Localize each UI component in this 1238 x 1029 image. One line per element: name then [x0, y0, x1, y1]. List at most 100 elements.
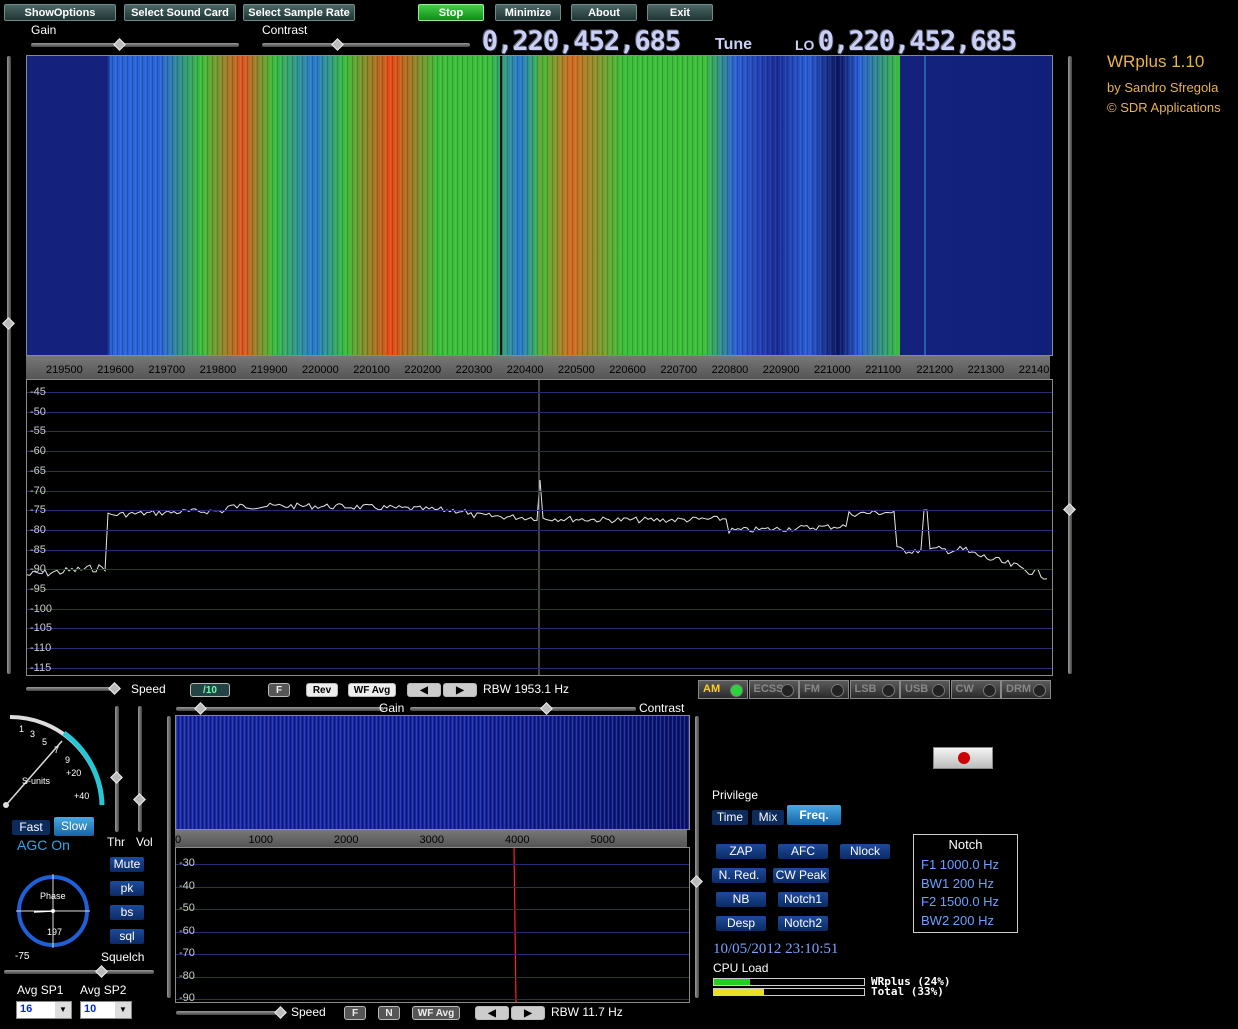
exit-button[interactable]: Exit	[647, 4, 713, 21]
speed-slider-handle[interactable]	[108, 682, 121, 695]
privilege-freq-button[interactable]: Freq.	[787, 805, 841, 825]
speed-slider[interactable]	[26, 687, 118, 691]
contrast-slider[interactable]	[262, 43, 470, 47]
audio-right-slider[interactable]	[695, 716, 699, 998]
chevron-down-icon[interactable]: ▼	[55, 1002, 71, 1018]
bs-button[interactable]: bs	[110, 905, 144, 920]
audio-left-slider[interactable]	[167, 716, 171, 998]
avg-sp1-select[interactable]: 16 ▼	[16, 1001, 72, 1019]
audio-waterfall[interactable]	[175, 715, 690, 830]
audio-step-right-button[interactable]: ▶	[511, 1006, 545, 1020]
notch-f1[interactable]: F1 1000.0 Hz	[921, 857, 999, 872]
show-options-button[interactable]: ShowOptions	[4, 4, 116, 21]
audio-contrast-slider[interactable]	[410, 707, 636, 711]
mode-am-button[interactable]: AM	[698, 680, 748, 699]
mode-cw-button[interactable]: CW	[950, 680, 1001, 699]
mode-usb-button[interactable]: USB	[900, 680, 950, 699]
mode-drm-button[interactable]: DRM	[1001, 680, 1051, 699]
cw-peak-button[interactable]: CW Peak	[773, 868, 829, 883]
sql-button[interactable]: sql	[110, 929, 144, 944]
minimize-button[interactable]: Minimize	[495, 4, 561, 21]
desp-button[interactable]: Desp	[716, 916, 766, 931]
thr-slider[interactable]	[115, 706, 119, 832]
vol-label: Vol	[136, 835, 153, 849]
squelch-slider[interactable]	[4, 970, 154, 974]
mute-button[interactable]: Mute	[110, 857, 144, 872]
tune-frequency-display[interactable]: 0,220,452,685	[482, 26, 681, 57]
audio-contrast-slider-handle[interactable]	[540, 702, 553, 715]
vol-slider[interactable]	[138, 706, 142, 832]
stop-button[interactable]: Stop	[418, 4, 484, 21]
step-right-button[interactable]: ▶	[443, 683, 477, 697]
agc-slow-button[interactable]: Slow	[54, 817, 94, 836]
nlock-button[interactable]: Nlock	[840, 844, 890, 859]
main-grid-line	[27, 392, 1052, 393]
chevron-down-icon[interactable]: ▼	[115, 1002, 131, 1018]
audio-spectrum[interactable]: -30 -40 -50 -60 -70 -80 -90	[175, 847, 690, 1003]
audio-gain-label: Gain	[379, 701, 405, 715]
notch-bw2[interactable]: BW2 200 Hz	[921, 913, 994, 928]
contrast-slider-handle[interactable]	[331, 38, 344, 51]
right-vertical-slider[interactable]	[1068, 56, 1072, 674]
mode-indicator-led-icon	[831, 684, 844, 697]
rev-button[interactable]: Rev	[306, 683, 338, 697]
mode-ecss-button[interactable]: ECSS	[748, 680, 799, 699]
squelch-slider-handle[interactable]	[95, 965, 108, 978]
zap-button[interactable]: ZAP	[716, 844, 766, 859]
select-sample-rate-button[interactable]: Select Sample Rate	[243, 4, 355, 21]
audio-grid-line	[176, 886, 689, 888]
nb-button[interactable]: NB	[716, 892, 766, 907]
noise-reduction-button[interactable]: N. Red.	[712, 868, 766, 883]
agc-fast-button[interactable]: Fast	[12, 820, 50, 835]
record-button[interactable]	[933, 747, 993, 769]
notch1-button[interactable]: Notch1	[778, 892, 828, 907]
audio-gain-slider-handle[interactable]	[194, 702, 207, 715]
main-grid-line	[27, 608, 1052, 610]
audio-frequency-scale[interactable]: 0 1000 2000 3000 4000 5000	[175, 830, 687, 847]
mode-lsb-button[interactable]: LSB	[849, 680, 900, 699]
total-load-fill	[714, 989, 764, 995]
pk-button[interactable]: pk	[110, 881, 144, 896]
privilege-mix-button[interactable]: Mix	[752, 810, 784, 825]
audio-speed-slider-handle[interactable]	[274, 1006, 287, 1019]
audio-grid-line	[176, 931, 689, 933]
right-vertical-slider-handle[interactable]	[1063, 503, 1076, 516]
audio-frequency-tick-label: 4000	[505, 834, 530, 846]
main-waterfall[interactable]	[26, 55, 1053, 356]
audio-speed-slider[interactable]	[176, 1011, 284, 1015]
mode-fm-button[interactable]: FM	[799, 680, 849, 699]
audio-n-button[interactable]: N	[378, 1006, 400, 1020]
avg-sp2-select[interactable]: 10 ▼	[80, 1001, 132, 1019]
privilege-time-button[interactable]: Time	[712, 810, 748, 825]
audio-step-left-button[interactable]: ◀	[475, 1006, 509, 1020]
vol-slider-handle[interactable]	[133, 793, 146, 806]
afc-button[interactable]: AFC	[778, 844, 828, 859]
notch-bw1[interactable]: BW1 200 Hz	[921, 876, 994, 891]
speed-divider-button[interactable]: /10	[190, 683, 230, 697]
audio-right-slider-handle[interactable]	[690, 875, 703, 888]
main-grid-line	[27, 490, 1052, 492]
audio-f-button[interactable]: F	[344, 1006, 366, 1020]
left-vertical-slider-handle[interactable]	[2, 317, 15, 330]
about-button[interactable]: About	[571, 4, 637, 21]
thr-slider-handle[interactable]	[110, 771, 123, 784]
select-sound-card-button[interactable]: Select Sound Card	[124, 4, 236, 21]
gain-slider[interactable]	[31, 43, 239, 47]
audio-gain-slider[interactable]	[176, 707, 384, 711]
notch-f2[interactable]: F2 1500.0 Hz	[921, 894, 999, 909]
phase-label: Phase	[40, 891, 66, 901]
mode-indicator-led-icon	[932, 684, 945, 697]
notch2-button[interactable]: Notch2	[778, 916, 828, 931]
lo-frequency-display[interactable]: 0,220,452,685	[818, 26, 1017, 57]
main-frequency-scale[interactable]: 219500 219600 219700 219800 219900 220000 2201…	[26, 356, 1050, 379]
wf-avg-button[interactable]: WF Avg	[348, 683, 396, 697]
main-frequency-tick-label: 219500	[46, 364, 83, 376]
step-left-button[interactable]: ◀	[407, 683, 441, 697]
f-button[interactable]: F	[268, 683, 290, 697]
left-vertical-slider[interactable]	[7, 56, 11, 674]
mode-label: ECSS	[753, 683, 784, 695]
audio-wf-avg-button[interactable]: WF Avg	[412, 1006, 460, 1020]
gain-slider-handle[interactable]	[113, 38, 126, 51]
main-spectrum[interactable]: -45 -50 -55 -60 -65 -70 -75 -80 -85 -90 -95 -100 -10…	[26, 379, 1053, 676]
speed-label: Speed	[131, 682, 166, 696]
